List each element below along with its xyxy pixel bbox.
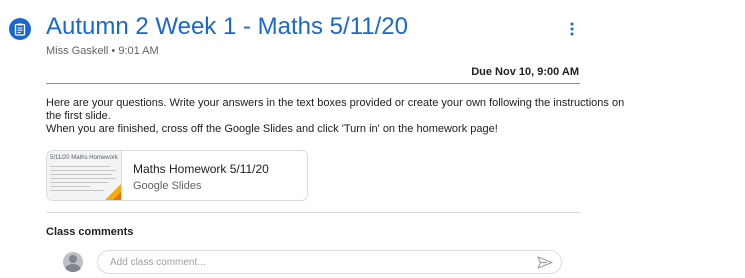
assignment-meta: Miss Gaskell • 9:01 AM bbox=[46, 45, 159, 57]
comments-divider bbox=[46, 212, 580, 213]
author-name: Miss Gaskell bbox=[46, 45, 109, 57]
header-divider bbox=[46, 83, 580, 84]
attachment-thumbnail: 5/11/20 Maths Homework bbox=[47, 151, 122, 200]
instructions-line: Here are your questions. Write your answ… bbox=[46, 97, 625, 109]
thumbnail-title: 5/11/20 Maths Homework bbox=[50, 155, 118, 161]
assignment-title: Autumn 2 Week 1 - Maths 5/11/20 bbox=[46, 13, 408, 40]
assignment-icon bbox=[9, 18, 31, 40]
send-comment-button[interactable] bbox=[537, 256, 553, 269]
class-comment-input[interactable] bbox=[97, 250, 562, 274]
attachment-name: Maths Homework 5/11/20 bbox=[133, 162, 269, 176]
instructions-line: the first slide. bbox=[46, 110, 111, 122]
more-options-button[interactable] bbox=[562, 18, 582, 40]
more-vertical-icon bbox=[570, 22, 574, 36]
instructions-line: When you are finished, cross off the Goo… bbox=[46, 123, 498, 135]
posted-time: 9:01 AM bbox=[118, 45, 159, 57]
send-icon bbox=[537, 256, 553, 269]
due-date: Due Nov 10, 9:00 AM bbox=[471, 66, 579, 78]
avatar bbox=[63, 252, 83, 272]
class-comments-label: Class comments bbox=[46, 226, 134, 238]
meta-separator: • bbox=[111, 45, 116, 57]
attachment-card[interactable]: 5/11/20 Maths Homework Maths Homework 5/… bbox=[46, 150, 308, 201]
instructions: Here are your questions. Write your answ… bbox=[46, 97, 625, 136]
attachment-type: Google Slides bbox=[133, 180, 202, 192]
